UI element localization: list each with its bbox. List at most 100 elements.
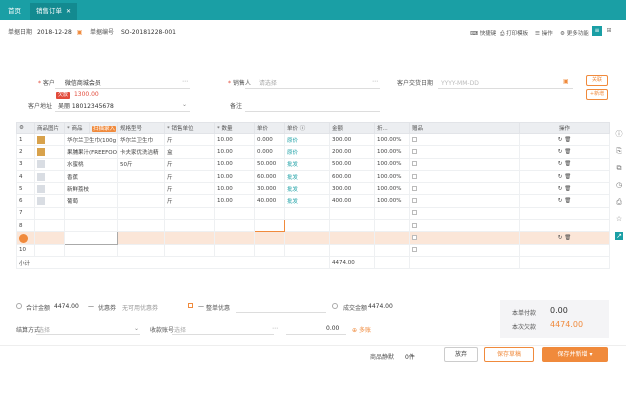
price-cell[interactable] (254, 206, 285, 221)
discount-cell[interactable]: 100.00% (374, 132, 410, 147)
spec-cell[interactable] (117, 243, 165, 257)
amount-cell[interactable] (329, 206, 375, 221)
whole-discount-input[interactable] (236, 302, 326, 313)
product-name-cell[interactable]: 果脯果汁(FREEFOOD)(可... (64, 145, 118, 159)
delete-icon[interactable]: 🗑 (564, 161, 571, 167)
gift-checkbox[interactable] (412, 210, 417, 216)
delete-icon[interactable]: 🗑 (564, 174, 571, 180)
spec-cell[interactable] (117, 194, 165, 208)
attachment-icon[interactable]: ⎘ (615, 147, 623, 155)
gift-checkbox[interactable] (412, 198, 417, 204)
amount-cell[interactable]: 300.00 (329, 182, 375, 196)
refresh-icon[interactable]: ↻ (558, 137, 563, 143)
amount-cell[interactable] (329, 231, 375, 245)
gift-checkbox[interactable] (412, 161, 417, 167)
coupon-checkbox[interactable] (188, 303, 193, 308)
spec-cell[interactable] (117, 219, 165, 233)
table-row[interactable]: 2 果脯果汁(FREEFOOD)(可...卡夫家优洗洁精盒10.000.000原价… (16, 145, 610, 159)
info-icon[interactable]: ⓘ (615, 130, 623, 138)
qty-cell[interactable]: 10.00 (214, 145, 255, 159)
product-name-cell[interactable] (64, 243, 118, 257)
gift-checkbox[interactable] (412, 185, 417, 191)
link-button[interactable]: 关联 (586, 75, 608, 86)
more-dots-icon[interactable]: ⋯ (182, 78, 188, 85)
price-cell[interactable] (254, 219, 285, 233)
refresh-icon[interactable]: ↻ (558, 161, 563, 167)
table-row[interactable]: 5 新鲜荔枝 斤 10.00 30.000 批发 300.00 100.00% ↻ 🗑 (16, 182, 610, 196)
product-name-cell[interactable]: 新鲜荔枝 (64, 182, 118, 196)
discount-cell[interactable]: 100.00% (374, 157, 410, 171)
qty-cell[interactable]: 10.00 (214, 169, 255, 184)
history-icon[interactable]: ◷ (615, 181, 623, 189)
spec-cell[interactable]: 华尔兰卫生巾 (117, 132, 165, 147)
print-icon[interactable]: ⎙ (615, 198, 623, 206)
operation-button[interactable]: ☰ 操作 (535, 29, 553, 37)
print-template-button[interactable]: ⎙ 打印模板 (500, 29, 528, 38)
date-field[interactable]: 单据日期 2018-12-28 ▣ (8, 26, 82, 40)
table-row[interactable]: 6 葡萄 斤 10.00 40.000 批发 400.00 100.00% ↻ 🗑 (16, 194, 610, 208)
amount-cell[interactable]: 500.00 (329, 157, 375, 171)
price-tag[interactable]: 原价 (287, 150, 298, 156)
product-name-cell[interactable] (64, 231, 118, 245)
more-accounts-link[interactable]: ⊕ 多账 (352, 325, 371, 334)
list-view-icon[interactable]: ≡ (592, 26, 602, 36)
gift-checkbox[interactable] (412, 173, 417, 179)
coupon-select[interactable]: 无可用优惠券 (122, 303, 158, 312)
price-tag[interactable]: 原价 (287, 138, 298, 144)
unit-cell[interactable] (164, 219, 215, 233)
qty-cell[interactable]: 10.00 (214, 194, 255, 208)
calendar-icon[interactable]: ▣ (563, 78, 569, 85)
unit-cell[interactable] (164, 243, 215, 257)
qty-cell[interactable] (214, 243, 255, 257)
gift-checkbox[interactable] (412, 247, 417, 253)
gift-checkbox[interactable] (412, 235, 417, 241)
refresh-icon[interactable]: ↻ (558, 198, 563, 204)
spec-cell[interactable] (117, 182, 165, 196)
qty-cell[interactable] (214, 206, 255, 221)
add-new-button[interactable]: +新增 (586, 89, 608, 100)
spec-cell[interactable] (117, 169, 165, 184)
table-row[interactable]: 1 华尔兰卫生巾(100g 奇...华尔兰卫生巾斤10.000.000原价 300.… (16, 132, 610, 147)
price-cell[interactable]: 30.000 (254, 182, 285, 196)
delete-icon[interactable]: 🗑 (564, 235, 571, 241)
discount-cell[interactable] (374, 206, 410, 221)
spec-cell[interactable]: 卡夫家优洗洁精 (117, 145, 165, 159)
spec-cell[interactable] (117, 231, 165, 245)
calendar-icon[interactable]: ▣ (77, 29, 83, 36)
tab-home[interactable]: 首页 (2, 3, 27, 20)
gift-checkbox[interactable] (412, 222, 417, 228)
table-row[interactable]: 10 (16, 243, 610, 257)
copy-icon[interactable]: ⧉ (615, 164, 623, 172)
price-cell[interactable]: 60.000 (254, 169, 285, 184)
discount-cell[interactable]: 100.00% (374, 194, 410, 208)
unit-cell[interactable] (164, 231, 215, 245)
refresh-icon[interactable]: ↻ (558, 174, 563, 180)
price-tag[interactable]: 批发 (287, 162, 298, 168)
unit-cell[interactable]: 斤 (164, 169, 215, 184)
refresh-icon[interactable]: ↻ (558, 186, 563, 192)
scan-entry-button[interactable]: 扫描录入 (92, 126, 117, 132)
refresh-icon[interactable]: ↻ (558, 235, 563, 241)
qty-cell[interactable]: 10.00 (214, 132, 255, 147)
close-icon[interactable]: ✕ (66, 8, 71, 15)
amount-cell[interactable]: 300.00 (329, 132, 375, 147)
delete-icon[interactable]: 🗑 (564, 198, 571, 204)
price-cell[interactable]: 0.000 (254, 145, 285, 159)
qty-cell[interactable] (214, 231, 255, 245)
price-cell[interactable] (254, 243, 285, 257)
chevron-down-icon[interactable]: ⌄ (134, 325, 139, 332)
gift-checkbox[interactable] (412, 136, 417, 142)
remark-field[interactable]: 备注 (230, 101, 242, 110)
amount-cell[interactable] (329, 219, 375, 233)
unit-cell[interactable] (164, 206, 215, 221)
unit-cell[interactable]: 斤 (164, 182, 215, 196)
discount-cell[interactable] (374, 231, 410, 245)
delete-icon[interactable]: 🗑 (564, 186, 571, 192)
discount-cell[interactable] (374, 243, 410, 257)
amount-cell[interactable]: 400.00 (329, 194, 375, 208)
qty-cell[interactable]: 10.00 (214, 182, 255, 196)
price-cell[interactable]: 40.000 (254, 194, 285, 208)
product-name-cell[interactable] (64, 219, 118, 233)
more-dots-icon[interactable]: ⋯ (272, 325, 278, 332)
refresh-icon[interactable]: ↻ (558, 149, 563, 155)
